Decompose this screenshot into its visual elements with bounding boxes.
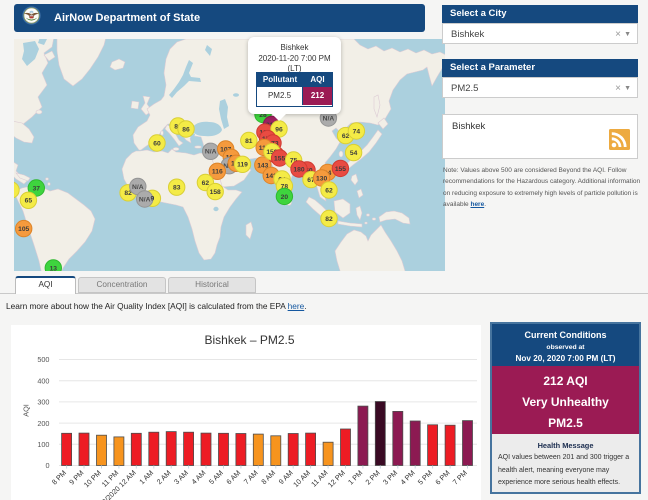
svg-text:10 AM: 10 AM: [291, 468, 312, 489]
svg-text:N/A: N/A: [205, 149, 217, 156]
svg-text:100: 100: [37, 440, 49, 449]
svg-text:8 PM: 8 PM: [50, 468, 68, 486]
svg-text:4 PM: 4 PM: [398, 468, 416, 486]
svg-text:1 AM: 1 AM: [137, 468, 155, 486]
svg-text:20: 20: [281, 194, 289, 201]
svg-text:3 PM: 3 PM: [381, 468, 399, 486]
svg-text:119: 119: [237, 162, 248, 169]
svg-text:500: 500: [37, 355, 49, 364]
svg-text:37: 37: [33, 185, 41, 192]
svg-text:12 PM: 12 PM: [326, 468, 347, 489]
svg-text:0: 0: [45, 461, 49, 470]
svg-text:N/A: N/A: [132, 184, 144, 191]
svg-text:N/A: N/A: [139, 196, 151, 203]
svg-text:2 AM: 2 AM: [155, 468, 173, 486]
svg-text:130: 130: [316, 175, 327, 182]
svg-text:5 AM: 5 AM: [207, 468, 225, 486]
svg-text:54: 54: [350, 150, 358, 157]
svg-text:1 PM: 1 PM: [346, 468, 364, 486]
svg-text:4 AM: 4 AM: [189, 468, 207, 486]
svg-text:13: 13: [50, 265, 58, 271]
svg-text:180: 180: [293, 166, 304, 173]
svg-text:83: 83: [173, 185, 181, 192]
svg-text:6 PM: 6 PM: [433, 468, 451, 486]
svg-text:96: 96: [275, 126, 283, 133]
svg-text:60: 60: [153, 140, 161, 147]
svg-text:9: 9: [151, 196, 155, 203]
svg-text:7 PM: 7 PM: [451, 468, 469, 486]
svg-text:200: 200: [37, 419, 49, 428]
svg-text:82: 82: [325, 216, 333, 223]
svg-text:7 AM: 7 AM: [242, 468, 260, 486]
svg-text:10 PM: 10 PM: [82, 468, 103, 489]
svg-text:8 AM: 8 AM: [259, 468, 277, 486]
svg-text:155: 155: [335, 166, 346, 173]
svg-text:158: 158: [210, 189, 221, 196]
svg-text:155: 155: [274, 155, 285, 162]
svg-text:400: 400: [37, 376, 49, 385]
svg-text:3 AM: 3 AM: [172, 468, 190, 486]
svg-text:300: 300: [37, 398, 49, 407]
svg-text:N/A: N/A: [323, 115, 335, 122]
svg-text:65: 65: [25, 198, 33, 205]
svg-text:2 PM: 2 PM: [363, 468, 381, 486]
svg-text:62: 62: [202, 180, 210, 187]
svg-text:116: 116: [212, 169, 223, 176]
svg-text:5 PM: 5 PM: [416, 468, 434, 486]
svg-text:86: 86: [182, 126, 190, 133]
svg-text:62: 62: [325, 187, 333, 194]
svg-text:74: 74: [353, 128, 361, 135]
svg-text:105: 105: [18, 226, 29, 233]
svg-text:AQI: AQI: [22, 404, 31, 417]
svg-text:6 AM: 6 AM: [224, 468, 242, 486]
svg-text:81: 81: [245, 138, 253, 145]
svg-text:11 AM: 11 AM: [309, 468, 329, 488]
